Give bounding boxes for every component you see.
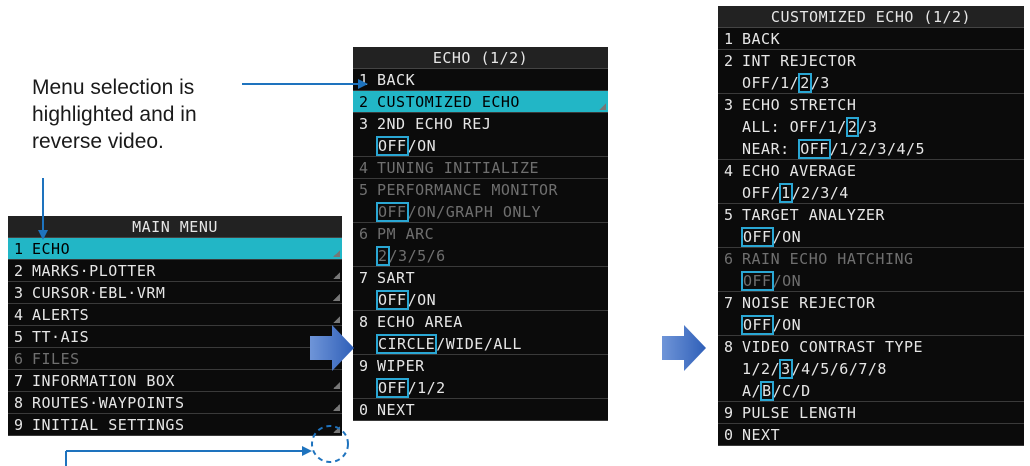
- dashed-circle-marker: [311, 425, 349, 463]
- pointer-lines: [38, 79, 368, 466]
- pointer-arrowhead: [358, 79, 368, 89]
- pointer-arrowhead: [302, 446, 312, 456]
- pointer-arrowhead: [38, 230, 48, 240]
